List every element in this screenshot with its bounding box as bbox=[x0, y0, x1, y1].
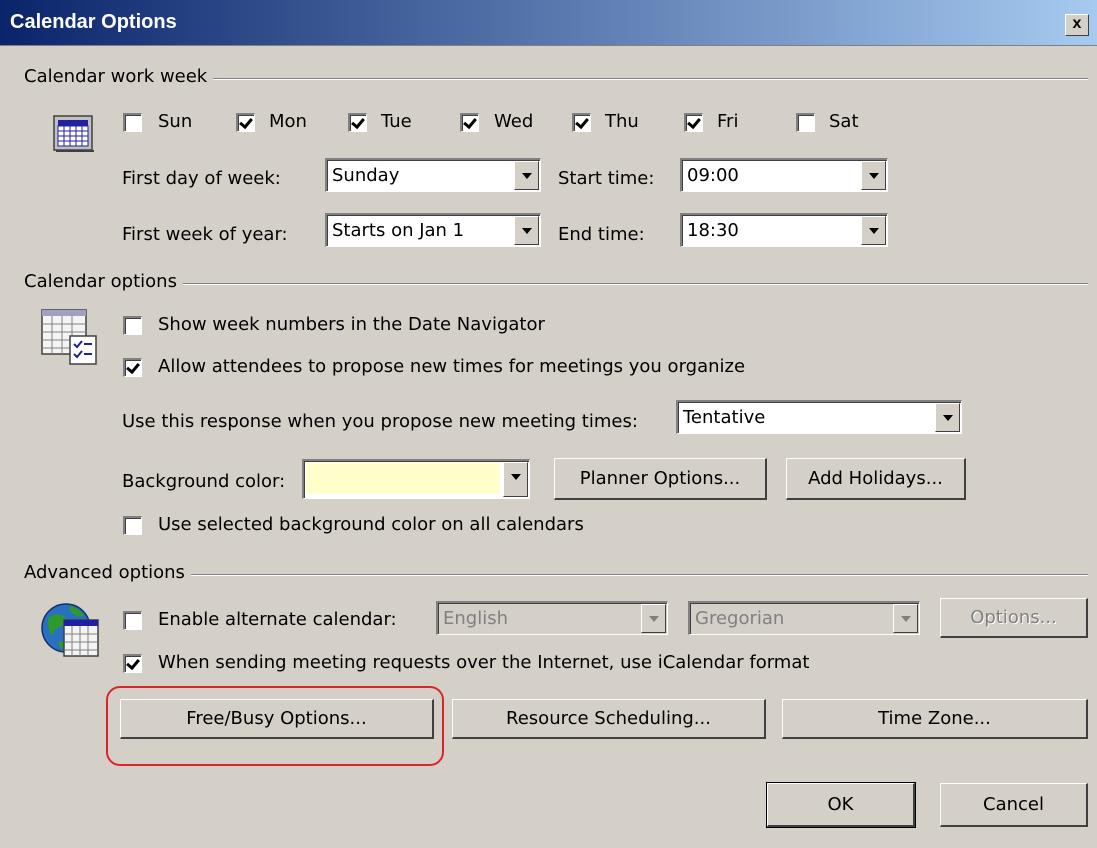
calendar-type-value: Gregorian bbox=[695, 608, 785, 629]
checkbox-fri[interactable] bbox=[684, 113, 703, 132]
first-day-select[interactable]: Sunday bbox=[325, 158, 541, 192]
first-week-select[interactable]: Starts on Jan 1 bbox=[325, 213, 541, 247]
checkbox-allow-propose[interactable] bbox=[123, 358, 142, 377]
planner-options-button[interactable]: Planner Options... bbox=[554, 458, 767, 500]
chevron-down-icon[interactable] bbox=[503, 462, 528, 497]
checkbox-sun[interactable] bbox=[123, 113, 142, 132]
label-thu: Thu bbox=[605, 111, 639, 132]
ok-button[interactable]: OK bbox=[766, 782, 916, 828]
checkbox-icalendar[interactable] bbox=[123, 654, 142, 673]
calendar-grid-icon bbox=[52, 112, 98, 159]
calendar-checklist-icon bbox=[40, 308, 100, 373]
label-sat: Sat bbox=[829, 111, 859, 132]
window-title: Calendar Options bbox=[10, 11, 177, 33]
calendar-type-select[interactable]: Gregorian bbox=[688, 601, 920, 635]
label-sun: Sun bbox=[158, 111, 193, 132]
first-week-label: First week of year: bbox=[122, 224, 288, 245]
checkbox-tue[interactable] bbox=[348, 113, 367, 132]
end-time-value: 18:30 bbox=[687, 220, 739, 241]
chevron-down-icon[interactable] bbox=[893, 604, 918, 633]
first-day-value: Sunday bbox=[332, 165, 400, 186]
start-time-select[interactable]: 09:00 bbox=[680, 158, 888, 192]
alt-calendar-options-button[interactable]: Options... bbox=[940, 598, 1088, 638]
checkbox-thu[interactable] bbox=[572, 113, 591, 132]
label-fri: Fri bbox=[717, 111, 739, 132]
first-day-label: First day of week: bbox=[122, 168, 281, 189]
add-holidays-button[interactable]: Add Holidays... bbox=[786, 458, 966, 500]
language-select[interactable]: English bbox=[436, 601, 668, 635]
separator bbox=[30, 283, 1088, 285]
language-value: English bbox=[443, 608, 508, 629]
checkbox-week-numbers[interactable] bbox=[123, 316, 142, 335]
chevron-down-icon[interactable] bbox=[935, 403, 960, 432]
bg-color-label: Background color: bbox=[122, 471, 286, 492]
start-time-value: 09:00 bbox=[687, 165, 739, 186]
end-time-label: End time: bbox=[558, 224, 645, 245]
checkbox-alt-calendar[interactable] bbox=[123, 611, 142, 630]
label-wed: Wed bbox=[494, 111, 534, 132]
chevron-down-icon[interactable] bbox=[861, 216, 886, 245]
first-week-value: Starts on Jan 1 bbox=[332, 220, 465, 241]
section-heading-work-week: Calendar work week bbox=[24, 66, 214, 87]
title-bar: Calendar Options x bbox=[0, 0, 1097, 46]
end-time-select[interactable]: 18:30 bbox=[680, 213, 888, 247]
highlight-annotation bbox=[106, 686, 444, 766]
label-mon: Mon bbox=[269, 111, 307, 132]
chevron-down-icon[interactable] bbox=[514, 216, 539, 245]
chevron-down-icon[interactable] bbox=[514, 161, 539, 190]
label-alt-calendar: Enable alternate calendar: bbox=[158, 609, 397, 630]
label-week-numbers: Show week numbers in the Date Navigator bbox=[158, 314, 545, 335]
bg-color-select[interactable] bbox=[302, 459, 530, 499]
checkbox-use-bg-all[interactable] bbox=[123, 516, 142, 535]
globe-calendar-icon bbox=[40, 598, 102, 665]
start-time-label: Start time: bbox=[558, 168, 655, 189]
checkbox-mon[interactable] bbox=[236, 113, 255, 132]
response-label: Use this response when you propose new m… bbox=[122, 411, 638, 432]
section-heading-advanced: Advanced options bbox=[24, 562, 191, 583]
checkbox-wed[interactable] bbox=[460, 113, 479, 132]
label-use-bg-all: Use selected background color on all cal… bbox=[158, 514, 584, 535]
checkbox-sat[interactable] bbox=[796, 113, 815, 132]
label-icalendar: When sending meeting requests over the I… bbox=[158, 652, 810, 673]
section-heading-calendar-options: Calendar options bbox=[24, 271, 183, 292]
chevron-down-icon[interactable] bbox=[861, 161, 886, 190]
close-icon: x bbox=[1072, 15, 1082, 32]
label-allow-propose: Allow attendees to propose new times for… bbox=[158, 356, 746, 377]
resource-scheduling-button[interactable]: Resource Scheduling... bbox=[452, 699, 766, 739]
chevron-down-icon[interactable] bbox=[641, 604, 666, 633]
response-value: Tentative bbox=[683, 407, 766, 428]
close-button[interactable]: x bbox=[1065, 14, 1089, 36]
color-swatch bbox=[306, 463, 500, 494]
response-select[interactable]: Tentative bbox=[676, 400, 962, 434]
cancel-button[interactable]: Cancel bbox=[940, 783, 1088, 827]
time-zone-button[interactable]: Time Zone... bbox=[782, 699, 1088, 739]
label-tue: Tue bbox=[381, 111, 412, 132]
